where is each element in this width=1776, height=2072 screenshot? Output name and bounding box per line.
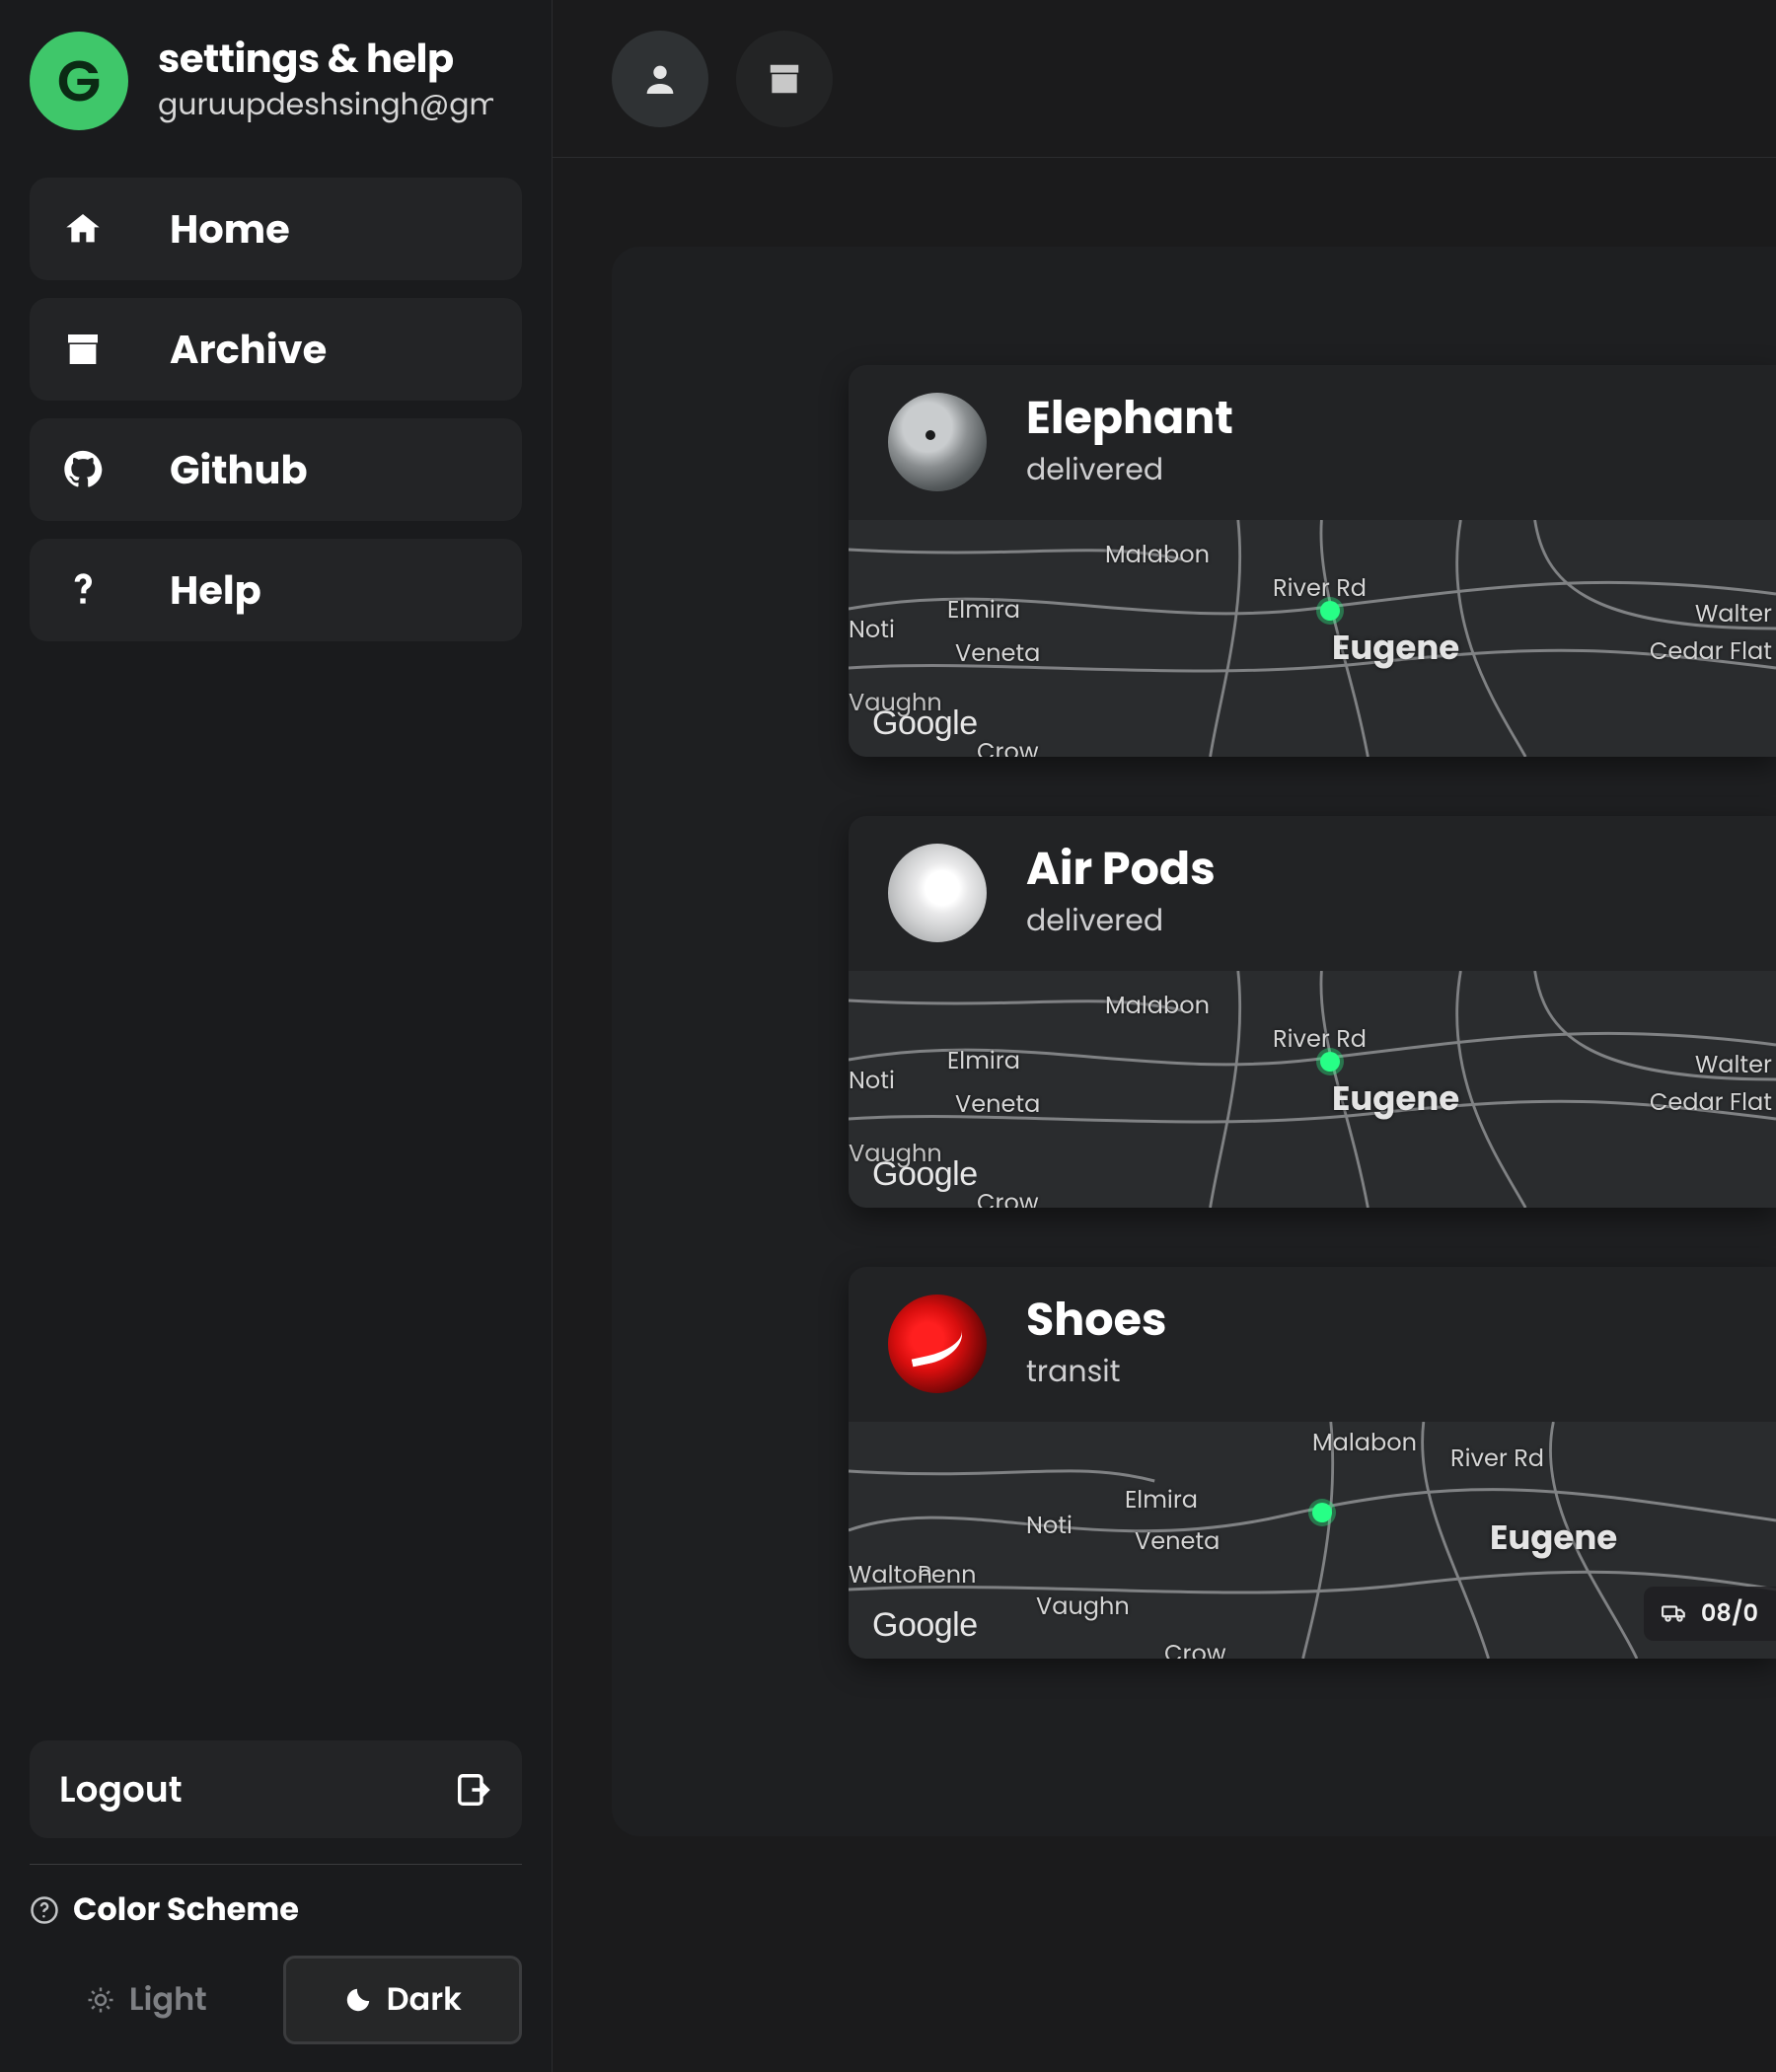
card-map[interactable]: Malabon River Rd Elmira Noti Veneta Penn…: [849, 1422, 1776, 1659]
map-pin: [1312, 1503, 1332, 1522]
card-status: delivered: [1026, 898, 1216, 943]
nav-help-label: Help: [170, 560, 261, 620]
card-map[interactable]: Malabon River Rd Elmira Noti Veneta Vaug…: [849, 971, 1776, 1208]
card-header: Elephant delivered: [849, 365, 1776, 520]
map-attribution: Google: [872, 1606, 978, 1645]
date-text: 08/0: [1701, 1596, 1758, 1631]
nav-help[interactable]: Help: [30, 539, 522, 641]
scheme-light-button[interactable]: Light: [30, 1956, 263, 2044]
map-label: Noti: [849, 613, 895, 647]
map-pin: [1320, 1052, 1340, 1072]
card-status: transit: [1026, 1349, 1167, 1394]
map-city: Eugene: [1332, 1073, 1459, 1124]
map-label: Walter: [1695, 1048, 1772, 1082]
archive-icon: [63, 330, 111, 369]
nav-github-label: Github: [170, 440, 308, 499]
package-thumb: [888, 844, 987, 942]
map-label: River Rd: [1450, 1442, 1544, 1476]
card-header: Air Pods delivered: [849, 816, 1776, 971]
card-text: Shoes transit: [1026, 1295, 1167, 1394]
card-title: Shoes: [1026, 1295, 1167, 1347]
map-attribution: Google: [872, 704, 978, 743]
nav-archive-label: Archive: [170, 320, 327, 379]
logout-label: Logout: [59, 1762, 183, 1816]
map-city: Eugene: [1332, 623, 1459, 673]
date-chip: 08/0: [1644, 1587, 1776, 1641]
topbar: [553, 0, 1776, 158]
map-label: Veneta: [955, 636, 1040, 671]
main: Elephant delivered: [553, 0, 1776, 2072]
logout-button[interactable]: Logout: [30, 1740, 522, 1838]
content-panel: Elephant delivered: [612, 247, 1776, 1836]
map-label: Crow: [1164, 1637, 1226, 1659]
map-label: Malabon: [1105, 989, 1210, 1023]
map-label: Crow: [977, 1186, 1039, 1208]
card-header: Shoes transit: [849, 1267, 1776, 1422]
package-card-shoes[interactable]: Shoes transit: [849, 1267, 1776, 1659]
logout-icon: [455, 1771, 492, 1809]
map-city: Eugene: [1490, 1513, 1617, 1563]
profile: G settings & help guruupdeshsingh@gm: [30, 32, 522, 130]
avatar[interactable]: G: [30, 32, 128, 130]
map-label: Elmira: [947, 1044, 1020, 1078]
card-title: Elephant: [1026, 393, 1233, 445]
map-label: Elmira: [1125, 1483, 1198, 1517]
help-icon: [63, 570, 111, 610]
card-title: Air Pods: [1026, 844, 1216, 896]
person-icon: [640, 59, 680, 99]
scheme-dark-label: Dark: [387, 1976, 462, 2024]
help-circle-icon: [30, 1895, 59, 1925]
map-label: Walter: [1695, 597, 1772, 631]
map-pin: [1320, 601, 1340, 621]
nav-archive[interactable]: Archive: [30, 298, 522, 401]
content-area: Elephant delivered: [553, 158, 1776, 2072]
map-label: Malabon: [1312, 1426, 1417, 1460]
map-label: Veneta: [955, 1087, 1040, 1122]
map-label: Malabon: [1105, 538, 1210, 572]
map-label: Walton: [849, 1558, 932, 1592]
map-attribution: Google: [872, 1155, 978, 1194]
profile-email: guruupdeshsingh@gm: [158, 82, 493, 127]
nav-home-label: Home: [170, 199, 290, 259]
map-label: Cedar Flat: [1650, 1085, 1772, 1120]
settings-title: settings & help: [158, 35, 493, 82]
package-card-airpods[interactable]: Air Pods delivered: [849, 816, 1776, 1208]
moon-icon: [343, 1985, 373, 2015]
github-icon: [63, 450, 111, 489]
sidebar: G settings & help guruupdeshsingh@gm Hom…: [0, 0, 553, 2072]
map-label: River Rd: [1273, 571, 1367, 606]
profile-tab-button[interactable]: [612, 31, 708, 127]
card-map[interactable]: Malabon River Rd Elmira Noti Veneta Vaug…: [849, 520, 1776, 757]
profile-info: settings & help guruupdeshsingh@gm: [158, 35, 493, 127]
package-thumb: [888, 393, 987, 491]
nav: Home Archive Github Help: [30, 178, 522, 641]
map-label: Noti: [849, 1064, 895, 1098]
map-label: Elmira: [947, 593, 1020, 628]
archive-icon: [766, 60, 803, 98]
color-scheme-toggle: Light Dark: [30, 1956, 522, 2044]
sun-icon: [86, 1985, 115, 2015]
map-label: Veneta: [1135, 1524, 1220, 1559]
home-icon: [63, 209, 111, 249]
package-card-elephant[interactable]: Elephant delivered: [849, 365, 1776, 757]
color-scheme-label-row: Color Scheme: [30, 1887, 522, 1934]
map-label: Noti: [1026, 1509, 1073, 1543]
archive-tab-button[interactable]: [736, 31, 833, 127]
map-label: Vaughn: [1036, 1590, 1130, 1624]
scheme-dark-button[interactable]: Dark: [283, 1956, 523, 2044]
card-status: delivered: [1026, 447, 1233, 492]
package-thumb: [888, 1295, 987, 1393]
nav-home[interactable]: Home: [30, 178, 522, 280]
card-text: Air Pods delivered: [1026, 844, 1216, 943]
map-label: River Rd: [1273, 1022, 1367, 1057]
truck-icon: [1662, 1600, 1687, 1626]
card-text: Elephant delivered: [1026, 393, 1233, 492]
divider: [30, 1864, 522, 1865]
scheme-light-label: Light: [129, 1976, 207, 2024]
color-scheme-label: Color Scheme: [73, 1887, 299, 1934]
map-label: Cedar Flat: [1650, 634, 1772, 669]
map-label: Crow: [977, 735, 1039, 757]
nav-github[interactable]: Github: [30, 418, 522, 521]
